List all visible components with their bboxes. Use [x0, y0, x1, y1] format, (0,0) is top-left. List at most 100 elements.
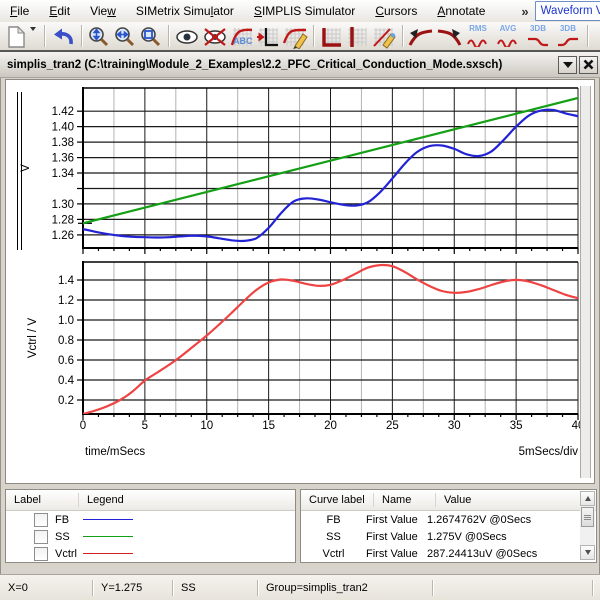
add-grid-button[interactable] [318, 23, 344, 49]
svg-text:time/mSecs: time/mSecs [85, 446, 145, 458]
close-icon [583, 59, 594, 70]
add-vertical-grid-button[interactable] [344, 23, 370, 49]
status-field-4 [433, 580, 593, 596]
menu-item-annotate[interactable]: Annotate [427, 2, 495, 20]
viewer-select-value: Waveform Viewer [536, 5, 600, 17]
values-header-curve-label: Curve label [301, 493, 374, 507]
edit-grid-button[interactable] [370, 23, 398, 49]
rise-time-icon [408, 25, 434, 49]
graph-window-title: simplis_tran2 (C:\training\Module_2_Exam… [0, 59, 558, 71]
undo-button[interactable] [49, 23, 77, 49]
menu-item-cursors[interactable]: Cursors [365, 2, 427, 20]
value-name: First Value [366, 514, 427, 526]
values-header-value: Value [436, 493, 580, 507]
menu-item-view[interactable]: View [80, 2, 126, 20]
3db-lowpass-button[interactable]: 3DB [523, 23, 553, 49]
curve-checkbox-vctrl[interactable] [34, 547, 48, 561]
svg-text:35: 35 [510, 420, 523, 432]
legend-header-label: Label [6, 493, 79, 507]
add-axis-button[interactable] [255, 23, 281, 49]
svg-text:30: 30 [448, 420, 461, 432]
hide-curve-icon [202, 25, 228, 49]
zoom-x-icon [113, 25, 137, 49]
values-scrollbar[interactable] [580, 491, 595, 560]
3db-highpass-icon [557, 37, 579, 47]
close-button[interactable] [579, 56, 598, 74]
fall-time-icon [436, 25, 462, 49]
menu-item-file[interactable]: File [0, 2, 39, 20]
rise-time-button[interactable] [407, 23, 435, 49]
avg-button[interactable]: AVG [493, 23, 523, 49]
new-graph-button[interactable] [4, 23, 28, 49]
value-text: 1.2674762V @0Secs [427, 514, 580, 526]
new-graph-icon [5, 25, 27, 49]
legend-row-ss: SS [6, 528, 295, 545]
scroll-down-button[interactable] [580, 545, 595, 560]
toolbar-separator [313, 25, 314, 47]
zoom-y-button[interactable] [86, 23, 112, 49]
menu-bar: FileEditViewSIMetrix SimulatorSIMPLIS Si… [0, 0, 600, 22]
svg-text:1.2: 1.2 [58, 295, 74, 307]
triangle-down-icon [585, 550, 591, 555]
rms-label: RMS [463, 24, 493, 33]
toolbar-separator [44, 25, 45, 47]
menu-overflow-chevron[interactable]: » [521, 4, 528, 19]
curve-checkbox-ss[interactable] [34, 530, 48, 544]
edit-curve-button[interactable] [281, 23, 309, 49]
avg-label: AVG [493, 24, 523, 33]
scroll-up-button[interactable] [580, 491, 595, 506]
zoom-box-button[interactable] [138, 23, 164, 49]
svg-text:ABC: ABC [233, 36, 253, 46]
svg-text:15: 15 [262, 420, 275, 432]
value-name: First Value [366, 531, 427, 543]
status-field-3: Group=simplis_tran2 [258, 580, 433, 596]
svg-text:1.26: 1.26 [52, 230, 74, 242]
menu-item-edit[interactable]: Edit [39, 2, 80, 20]
menu-item-simetrix-simulator[interactable]: SIMetrix Simulator [126, 2, 244, 20]
value-curve-label: SS [301, 531, 366, 543]
curve-swatch-line [83, 536, 133, 537]
show-curve-button[interactable] [173, 23, 201, 49]
status-field-2: SS [173, 580, 258, 596]
toolbar-separator [168, 25, 169, 47]
svg-text:1.34: 1.34 [52, 168, 75, 180]
hide-curve-button[interactable] [201, 23, 229, 49]
menu-item-simplis-simulator[interactable]: SIMPLIS Simulator [244, 2, 365, 20]
value-curve-label: Vctrl [301, 548, 366, 560]
values-row-vctrl[interactable]: Vctrl First Value 287.24413uV @0Secs [301, 545, 580, 562]
svg-text:1.30: 1.30 [52, 199, 74, 211]
graph-vertical-scrollbar[interactable] [580, 86, 591, 478]
new-graph-dropdown-icon [29, 31, 39, 49]
3db-highpass-button[interactable]: 3DB [553, 23, 583, 49]
annotate-graph-button[interactable]: ABC [229, 23, 255, 49]
curve-checkbox-fb[interactable] [34, 513, 48, 527]
zoom-x-button[interactable] [112, 23, 138, 49]
viewer-select[interactable]: Waveform Viewer [535, 1, 600, 21]
rms-button[interactable]: RMS [463, 23, 493, 49]
svg-text:0: 0 [80, 420, 86, 432]
window-menu-button[interactable] [558, 56, 577, 74]
undo-icon [50, 25, 76, 49]
waveform-graph-panel[interactable]: 1.261.281.301.341.361.381.401.42V0.20.40… [5, 79, 595, 484]
values-row-fb[interactable]: FB First Value 1.2674762V @0Secs [301, 511, 580, 528]
value-name: First Value [366, 548, 427, 560]
waveform-chart[interactable]: 1.261.281.301.341.361.381.401.42V0.20.40… [6, 80, 592, 481]
triangle-down-icon [563, 62, 573, 68]
add-vertical-grid-icon [345, 25, 369, 49]
values-header-name: Name [374, 493, 436, 507]
curve-label: SS [55, 531, 81, 543]
value-text: 287.24413uV @0Secs [427, 548, 580, 560]
values-row-ss[interactable]: SS First Value 1.275V @0Secs [301, 528, 580, 545]
svg-text:5mSecs/div: 5mSecs/div [519, 446, 579, 458]
toolbar-separator [402, 25, 403, 47]
svg-text:1.42: 1.42 [52, 106, 74, 118]
curve-swatch-line [83, 519, 133, 520]
fall-time-button[interactable] [435, 23, 463, 49]
toolbar-separator [81, 25, 82, 47]
curve-label: Vctrl [55, 548, 81, 560]
curve-label: FB [55, 514, 81, 526]
status-field-0: X=0 [0, 580, 93, 596]
legend-row-fb: FB [6, 511, 295, 528]
scroll-thumb[interactable] [581, 507, 594, 527]
new-graph-dropdown-button[interactable] [28, 23, 40, 49]
